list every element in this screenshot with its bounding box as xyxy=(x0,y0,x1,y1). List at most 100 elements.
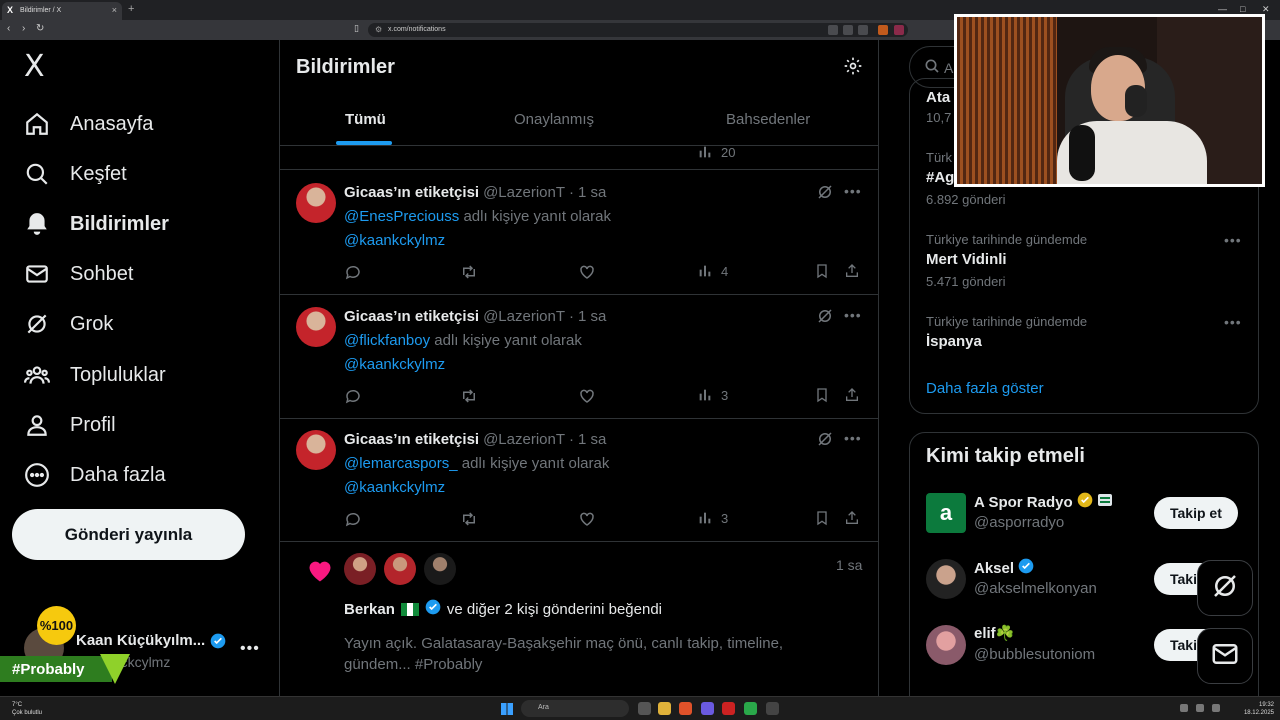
trend-name[interactable]: Mert Vidinli xyxy=(926,251,1007,268)
views-count[interactable]: 3 xyxy=(697,387,728,403)
nav-home[interactable]: Anasayfa xyxy=(22,104,153,144)
url-field[interactable]: ⚙ x.com/notifications xyxy=(368,23,908,37)
avatar[interactable] xyxy=(926,559,966,599)
repost-icon[interactable] xyxy=(460,510,478,528)
trend-name[interactable]: İspanya xyxy=(926,333,982,350)
views-count[interactable]: 3 xyxy=(697,510,728,526)
grok-icon[interactable] xyxy=(816,183,834,206)
more-dots-icon[interactable]: ••• xyxy=(1224,232,1242,248)
new-tab-icon[interactable]: + xyxy=(128,3,134,15)
maximize-icon[interactable]: □ xyxy=(1240,4,1245,14)
windows-start-icon[interactable] xyxy=(501,703,513,715)
trend-name[interactable]: Ata xyxy=(926,89,950,106)
brave-rewards-icon[interactable] xyxy=(894,25,904,35)
views-count[interactable]: 20 xyxy=(697,144,735,160)
nav-more[interactable]: Daha fazla xyxy=(22,455,166,495)
more-dots-icon[interactable]: ••• xyxy=(240,640,260,658)
reply-icon[interactable] xyxy=(344,510,362,528)
obs-icon[interactable] xyxy=(766,702,779,715)
gear-icon[interactable] xyxy=(843,56,863,81)
follow-button[interactable]: Takip et xyxy=(1154,497,1238,529)
nav-profile[interactable]: Profil xyxy=(22,405,116,445)
nav-communities[interactable]: Topluluklar xyxy=(22,355,166,395)
avatar[interactable] xyxy=(384,553,416,585)
like-icon[interactable] xyxy=(578,263,596,281)
bookmark-icon[interactable] xyxy=(814,387,830,403)
grok-icon[interactable] xyxy=(816,307,834,330)
avatar[interactable] xyxy=(424,553,456,585)
nav-messages[interactable]: Sohbet xyxy=(22,254,133,294)
brave-shield-icon[interactable] xyxy=(878,25,888,35)
avatar[interactable] xyxy=(296,307,336,347)
share-icon[interactable] xyxy=(858,25,868,35)
network-icon[interactable] xyxy=(1196,704,1204,712)
repost-icon[interactable] xyxy=(460,387,478,405)
post-button[interactable]: Gönderi yayınla xyxy=(12,509,245,560)
grok-float-button[interactable] xyxy=(1197,560,1253,616)
share-icon[interactable] xyxy=(844,263,860,279)
bookmark-icon[interactable] xyxy=(814,510,830,526)
list-item[interactable]: Gicaas’ın etiketçisi @LazerionT · 1 sa @fli… xyxy=(280,295,878,419)
task-view-icon[interactable] xyxy=(638,702,651,715)
zoom-icon[interactable] xyxy=(843,25,853,35)
bookmark-icon[interactable] xyxy=(814,263,830,279)
like-notification[interactable]: 1 sa Berkan ve diğer 2 kişi gönderini be… xyxy=(280,541,878,696)
like-icon[interactable] xyxy=(578,387,596,405)
avatar[interactable] xyxy=(296,430,336,470)
whatsapp-icon[interactable] xyxy=(744,702,757,715)
x-logo-icon[interactable]: X xyxy=(24,52,45,82)
minimize-icon[interactable]: — xyxy=(1218,4,1227,14)
reply-to-link[interactable]: @EnesPreciouss xyxy=(344,208,459,225)
reply-to-link[interactable]: @lemarcaspors_ xyxy=(344,455,458,472)
nav-grok[interactable]: Grok xyxy=(22,304,113,344)
show-more-link[interactable]: Daha fazla göster xyxy=(926,380,1044,397)
forward-icon[interactable]: › xyxy=(22,24,25,34)
volume-icon[interactable] xyxy=(1212,704,1220,712)
file-explorer-icon[interactable] xyxy=(658,702,671,715)
browser-tab[interactable]: X Bildirimler / X × xyxy=(2,2,122,20)
messages-float-button[interactable] xyxy=(1197,628,1253,684)
repost-icon[interactable] xyxy=(460,263,478,281)
app-icon[interactable] xyxy=(722,702,735,715)
grok-icon[interactable] xyxy=(816,430,834,453)
more-dots-icon[interactable]: ••• xyxy=(844,183,862,199)
extension-icon[interactable] xyxy=(828,25,838,35)
list-item[interactable]: a A Spor Radyo @asporradyo Takip et xyxy=(910,479,1258,545)
post-preview[interactable]: Yayın açık. Galatasaray-Başakşehir maç ö… xyxy=(344,633,824,675)
tab-verified[interactable]: Onaylanmış xyxy=(514,111,594,128)
mention-link[interactable]: @kaankckylmz xyxy=(344,232,445,249)
discord-icon[interactable] xyxy=(701,702,714,715)
more-dots-icon[interactable]: ••• xyxy=(844,307,862,323)
trend-name[interactable]: #Ag xyxy=(926,169,954,186)
list-item[interactable]: Gicaas’ın etiketçisi @LazerionT · 1 sa @Ene… xyxy=(280,171,878,295)
brave-icon[interactable] xyxy=(679,702,692,715)
avatar[interactable] xyxy=(296,183,336,223)
weather-widget[interactable]: 7°C Çok bulutlu xyxy=(12,701,42,717)
mention-link[interactable]: @kaankckylmz xyxy=(344,479,445,496)
actor-name[interactable]: Berkan xyxy=(344,601,395,618)
close-icon[interactable]: × xyxy=(112,5,117,15)
avatar[interactable] xyxy=(926,625,966,665)
avatar[interactable]: a xyxy=(926,493,966,533)
more-dots-icon[interactable]: ••• xyxy=(1224,314,1242,330)
reload-icon[interactable]: ↻ xyxy=(36,24,44,34)
avatar[interactable] xyxy=(344,553,376,585)
tab-all[interactable]: Tümü xyxy=(345,111,386,128)
reply-to-link[interactable]: @flickfanboy xyxy=(344,332,430,349)
tray-icon[interactable] xyxy=(1180,704,1188,712)
nav-notifications[interactable]: Bildirimler xyxy=(22,204,169,244)
reply-icon[interactable] xyxy=(344,263,362,281)
share-icon[interactable] xyxy=(844,510,860,526)
mention-link[interactable]: @kaankckylmz xyxy=(344,356,445,373)
like-icon[interactable] xyxy=(578,510,596,528)
nav-explore[interactable]: Keşfet xyxy=(22,154,127,194)
list-item[interactable]: Gicaas’ın etiketçisi @LazerionT · 1 sa @lem… xyxy=(280,418,878,542)
clock[interactable]: 19:32 18.12.2025 xyxy=(1240,701,1274,717)
back-icon[interactable]: ‹ xyxy=(7,24,10,34)
site-info-icon[interactable]: ⚙ xyxy=(375,25,382,34)
share-icon[interactable] xyxy=(844,387,860,403)
views-count[interactable]: 4 xyxy=(697,263,728,279)
bookmark-page-icon[interactable]: ▯ xyxy=(354,23,359,34)
reply-icon[interactable] xyxy=(344,387,362,405)
tab-mentions[interactable]: Bahsedenler xyxy=(726,111,810,128)
